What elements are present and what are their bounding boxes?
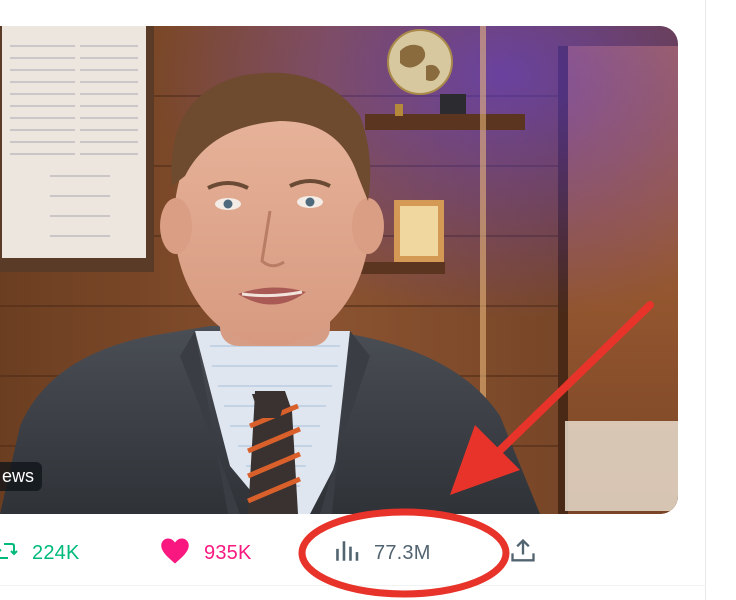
retweet-count: 224K — [32, 541, 80, 564]
video-media[interactable] — [0, 26, 678, 514]
retweet-button[interactable]: 224K — [0, 530, 80, 576]
share-button[interactable] — [509, 530, 537, 576]
tweet-divider — [0, 585, 706, 586]
views-button[interactable]: 77.3M — [334, 530, 431, 576]
like-count: 935K — [204, 541, 252, 564]
timeline-column-border — [705, 0, 706, 600]
retweet-icon — [0, 539, 18, 568]
views-icon — [334, 538, 360, 569]
share-icon — [509, 537, 537, 570]
video-channel-badge: ews — [0, 462, 43, 491]
tweet-action-bar: 224K 935K 77.3M — [0, 530, 706, 576]
video-frame — [0, 26, 678, 514]
heart-icon — [160, 537, 190, 570]
view-count: 77.3M — [374, 541, 431, 564]
like-button[interactable]: 935K — [160, 530, 252, 576]
